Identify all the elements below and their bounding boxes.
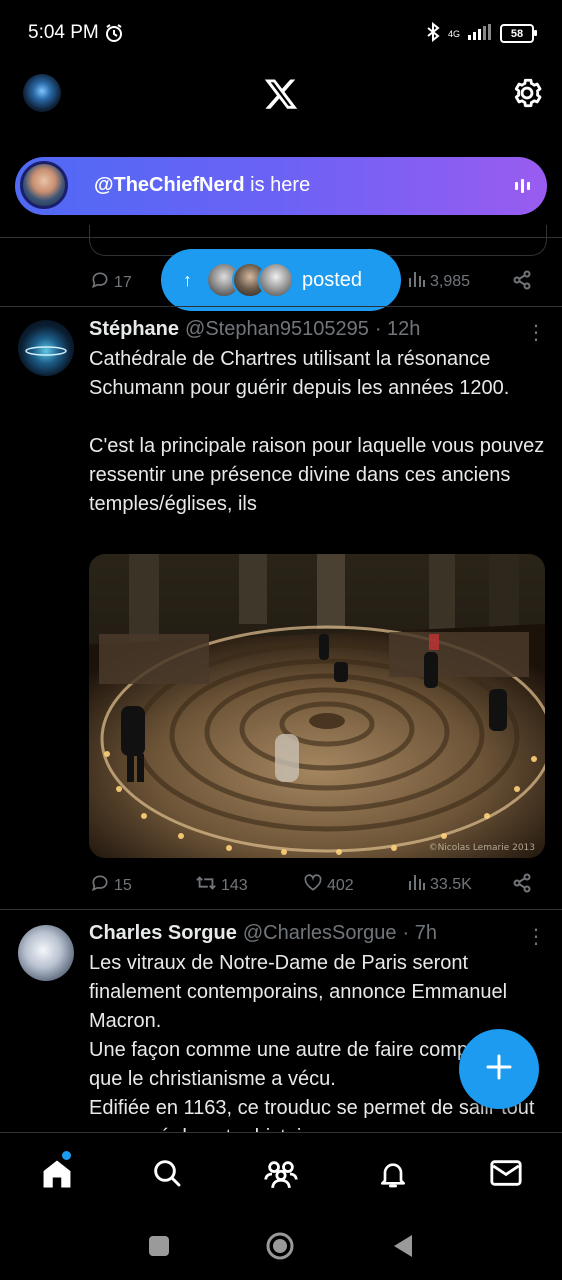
views-icon	[408, 873, 426, 896]
profile-avatar[interactable]	[23, 74, 61, 112]
spaces-label[interactable]: @TheChiefNerd is here	[94, 174, 310, 197]
divider	[0, 909, 562, 910]
divider	[0, 306, 562, 307]
avatar-emblem	[25, 346, 67, 356]
avatar	[258, 262, 294, 298]
compose-button[interactable]	[459, 1029, 539, 1109]
status-icons: 4G 58	[426, 21, 537, 45]
tweet-time: · 12h	[374, 318, 421, 340]
reply-icon	[90, 270, 110, 295]
like-count: 402	[327, 876, 354, 894]
reply-count: 17	[114, 273, 132, 291]
status-time: 5:04 PM	[28, 22, 99, 43]
views-count: 3,985	[430, 272, 471, 290]
views-icon	[408, 270, 426, 293]
alarm-icon	[104, 23, 124, 48]
share-icon[interactable]	[512, 270, 532, 295]
mail-icon[interactable]	[489, 1157, 523, 1194]
author-name[interactable]: Stéphane	[89, 318, 179, 341]
share-icon[interactable]	[512, 873, 532, 898]
battery-indicator: 58	[500, 24, 537, 43]
views-button[interactable]: 3,985	[408, 270, 470, 293]
heart-icon	[303, 873, 323, 898]
like-button[interactable]: 402	[303, 873, 354, 898]
back-icon[interactable]	[392, 1233, 414, 1264]
signal-icon	[468, 24, 492, 43]
reply-button[interactable]: 17	[90, 270, 132, 295]
home-icon[interactable]	[40, 1151, 74, 1196]
gear-icon[interactable]	[510, 76, 544, 115]
system-nav	[0, 1212, 562, 1280]
spaces-host-avatar[interactable]	[20, 161, 68, 209]
search-icon[interactable]	[151, 1157, 183, 1194]
plus-icon	[485, 1053, 513, 1086]
home-nav-icon[interactable]	[265, 1231, 295, 1266]
author-handle[interactable]: @Stephan95105295	[185, 318, 369, 341]
retweet-icon	[195, 873, 217, 898]
tweet-text: Cathédrale de Chartres utilisant la réso…	[89, 348, 545, 515]
reply-count: 15	[114, 876, 132, 894]
retweet-button[interactable]: 143	[195, 873, 248, 898]
tweet-media-image[interactable]: ©Nicolas Lemarie 2013	[89, 554, 545, 858]
spaces-suffix: is here	[244, 174, 311, 196]
x-logo-icon[interactable]	[263, 76, 299, 117]
reply-icon	[90, 873, 110, 898]
views-button[interactable]: 33.5K	[408, 873, 472, 896]
arrow-up-icon: ↑	[183, 269, 192, 290]
communities-icon[interactable]	[263, 1157, 299, 1196]
network-type: 4G	[447, 28, 460, 39]
author-handle[interactable]: @CharlesSorgue	[243, 922, 397, 945]
bell-icon[interactable]	[377, 1157, 409, 1196]
tweet-time: · 7h	[402, 922, 438, 944]
tweet-header: Stéphane @Stephan95105295 · 12h	[89, 318, 420, 341]
status-bar: 5:04 PM 4G 58	[0, 0, 562, 66]
more-options-icon[interactable]: ⋮	[526, 320, 546, 345]
bluetooth-icon	[426, 21, 440, 45]
avatar[interactable]	[18, 925, 74, 981]
bottom-nav	[0, 1132, 562, 1213]
views-count: 33.5K	[430, 875, 472, 893]
audio-wave-icon	[514, 177, 532, 200]
reply-button[interactable]: 15	[90, 873, 132, 898]
avatar[interactable]	[18, 320, 74, 376]
more-options-icon[interactable]: ⋮	[526, 924, 546, 949]
new-posts-pill[interactable]: ↑ posted	[161, 249, 401, 311]
retweet-count: 143	[221, 876, 248, 894]
recents-icon[interactable]	[148, 1235, 170, 1262]
spaces-host-handle: @TheChiefNerd	[94, 174, 245, 196]
media-watermark: ©Nicolas Lemarie 2013	[429, 843, 535, 853]
notification-dot	[62, 1151, 71, 1160]
author-name[interactable]: Charles Sorgue	[89, 922, 237, 945]
tweet-header: Charles Sorgue @CharlesSorgue · 7h	[89, 922, 437, 945]
posted-label: posted	[302, 268, 363, 291]
